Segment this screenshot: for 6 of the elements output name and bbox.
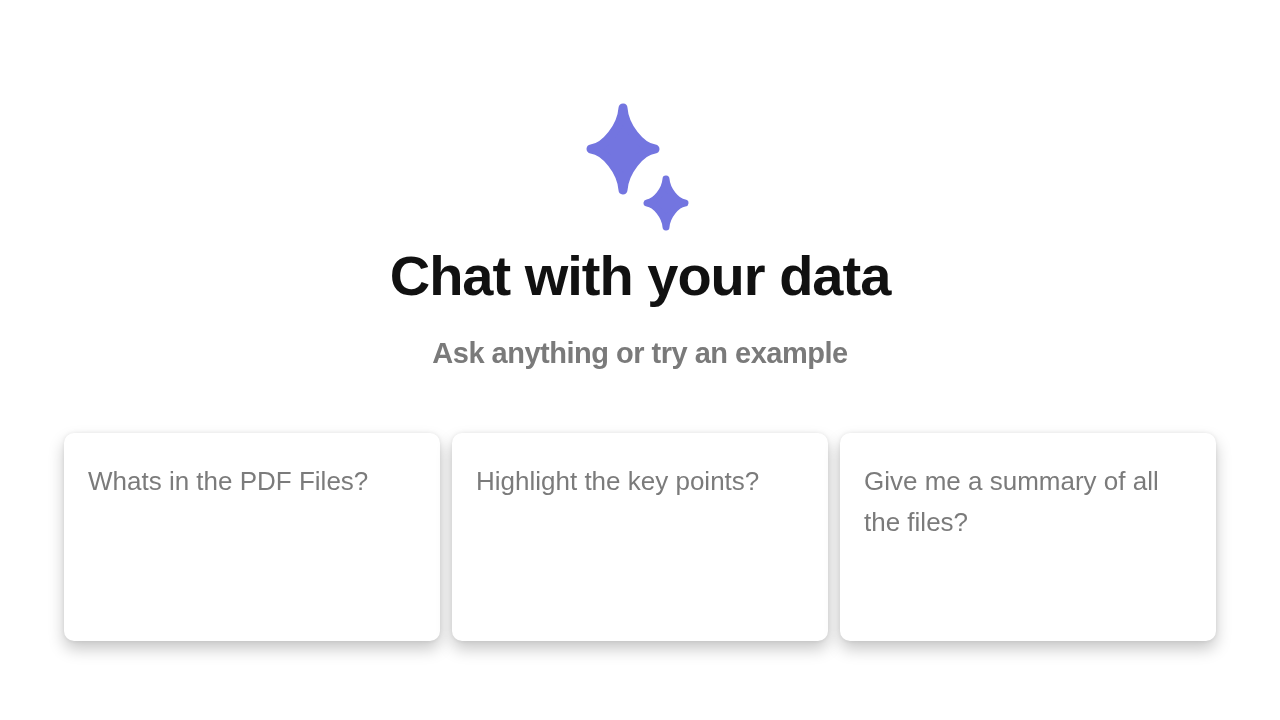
example-prompt-button[interactable]: Highlight the key points? [452,433,828,641]
subtitle: Ask anything or try an example [432,336,848,371]
page-title: Chat with your data [389,243,891,309]
example-prompt-button[interactable]: Whats in the PDF Files? [64,433,440,641]
example-prompt-button[interactable]: Give me a summary of all the files? [840,433,1216,641]
sparkle-icon [585,103,689,231]
